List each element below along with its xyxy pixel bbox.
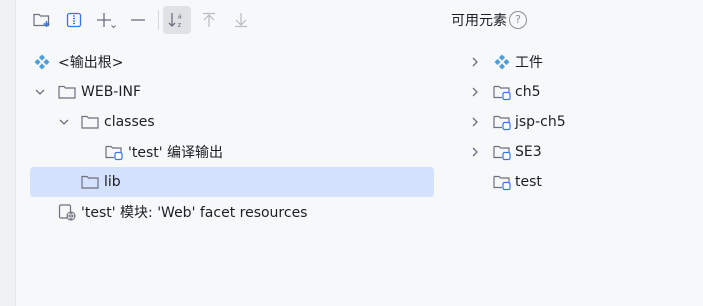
available-item-label: SE3 [515, 144, 542, 160]
tree-node-label: WEB-INF [81, 84, 141, 100]
available-item-test[interactable]: test [465, 167, 695, 197]
tree-node-web-facet-resources[interactable]: 'test' 模块: 'Web' facet resources [30, 197, 434, 227]
available-item-label: ch5 [515, 84, 541, 100]
tree-node-web-inf[interactable]: WEB-INF [30, 77, 434, 107]
output-layout-tree: <输出根> WEB-INF classes 'test' 编译输出 lib 't… [30, 47, 434, 227]
move-down-icon [235, 13, 247, 28]
chevron-down-icon[interactable] [33, 85, 47, 99]
available-elements-title: 可用元素 [451, 13, 507, 29]
new-folder-icon [33, 13, 50, 27]
module-icon [492, 173, 512, 191]
available-elements-tree: 工件 ch5 jsp-ch5 SE3 test [465, 47, 695, 197]
output-root-icon [32, 53, 52, 71]
move-up-button[interactable] [195, 6, 223, 34]
module-icon [492, 83, 512, 101]
tree-node-label: classes [104, 114, 155, 130]
toolbar-separator [158, 10, 159, 30]
module-archive-icon [66, 12, 82, 28]
available-item-label: jsp-ch5 [515, 114, 566, 130]
help-icon[interactable]: ? [509, 11, 527, 29]
new-folder-button[interactable] [28, 6, 56, 34]
artifact-icon [492, 53, 512, 71]
available-item-jsp-ch5[interactable]: jsp-ch5 [465, 107, 695, 137]
tree-node-output-root[interactable]: <输出根> [30, 47, 434, 77]
chevron-right-icon[interactable] [468, 145, 482, 159]
tree-node-classes[interactable]: classes [30, 107, 434, 137]
add-button[interactable] [92, 6, 120, 34]
tree-node-test-compile-output[interactable]: 'test' 编译输出 [30, 137, 434, 167]
tree-node-label: lib [104, 174, 121, 190]
sort-alphabetically-icon: a z [168, 13, 182, 29]
available-item-se3[interactable]: SE3 [465, 137, 695, 167]
web-facet-icon [57, 203, 77, 221]
remove-button[interactable] [124, 6, 152, 34]
folder-icon [80, 113, 100, 131]
chevron-right-icon[interactable] [468, 115, 482, 129]
available-item-label: test [515, 174, 542, 190]
chevron-down-icon[interactable] [57, 115, 71, 129]
available-item-label: 工件 [515, 55, 543, 71]
move-up-icon [203, 12, 215, 27]
move-down-button[interactable] [227, 6, 255, 34]
folder-icon [80, 173, 100, 191]
available-elements-header: 可用元素 ? [451, 10, 527, 30]
artifact-layout-toolbar: a z [28, 6, 259, 34]
chevron-right-icon[interactable] [468, 55, 482, 69]
add-icon [97, 13, 116, 29]
folder-icon [57, 83, 77, 101]
svg-text:z: z [178, 21, 182, 29]
tree-node-lib[interactable]: lib [30, 167, 434, 197]
available-item-ch5[interactable]: ch5 [465, 77, 695, 107]
tree-node-label: <输出根> [58, 55, 124, 71]
module-icon [492, 113, 512, 131]
left-edge-strip [0, 0, 16, 306]
chevron-right-icon[interactable] [468, 85, 482, 99]
tree-node-label: 'test' 编译输出 [128, 145, 224, 161]
module-output-icon [104, 143, 124, 161]
remove-icon [131, 19, 145, 21]
sort-elements-toggle[interactable]: a z [163, 6, 191, 34]
module-icon [492, 143, 512, 161]
available-item-artifacts[interactable]: 工件 [465, 47, 695, 77]
add-module-archive-button[interactable] [60, 6, 88, 34]
tree-node-label: 'test' 模块: 'Web' facet resources [81, 205, 308, 221]
svg-text:a: a [178, 13, 182, 21]
